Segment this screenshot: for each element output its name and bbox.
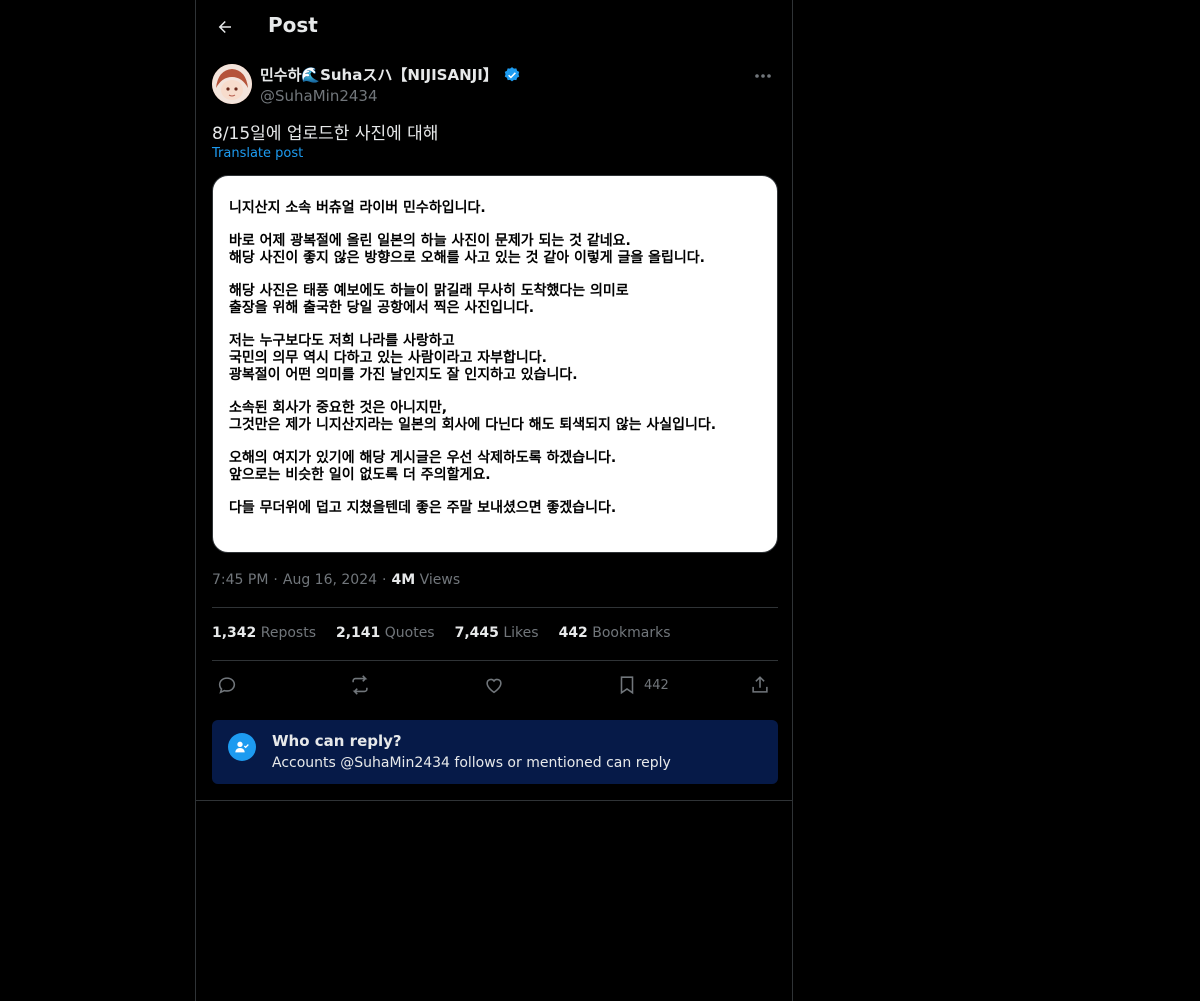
image-paragraph: 저는 누구보다도 저희 나라를 사랑하고 국민의 의무 역시 다하고 있는 사람…	[229, 333, 578, 383]
back-button[interactable]	[210, 12, 240, 42]
bookmarks-count: 442	[558, 625, 588, 641]
share-button[interactable]	[749, 672, 771, 698]
who-can-reply-title: Who can reply?	[272, 732, 402, 750]
avatar[interactable]	[212, 64, 252, 104]
image-paragraph: 다들 무더위에 덥고 지쳤을텐데 좋은 주말 보내셨으면 좋겠습니다.	[229, 500, 617, 516]
image-paragraph: 해당 사진은 태풍 예보에도 하늘이 맑길래 무사히 도착했다는 의미로 출장을…	[229, 283, 629, 316]
image-paragraph: 소속된 회사가 중요한 것은 아니지만, 그것만은 제가 니지산지라는 일본의 …	[229, 400, 717, 433]
image-paragraph: 오해의 여지가 있기에 해당 게시글은 우선 삭제하도록 하겠습니다. 앞으로는…	[229, 450, 617, 483]
share-icon	[752, 676, 768, 693]
likes-label: Likes	[503, 625, 539, 641]
person-check-icon	[228, 733, 256, 761]
action-bar: 442	[212, 672, 778, 698]
bookmarks-label: Bookmarks	[592, 625, 671, 641]
reposts-label: Reposts	[260, 625, 316, 641]
divider	[196, 800, 792, 801]
reply-button[interactable]	[216, 672, 238, 698]
bookmark-count: 442	[644, 677, 669, 693]
who-can-reply-box: Who can reply? Accounts @SuhaMin2434 fol…	[212, 720, 778, 784]
divider	[212, 607, 778, 608]
repost-button[interactable]	[349, 672, 371, 698]
more-button[interactable]	[748, 64, 778, 88]
likes-stat[interactable]: 7,445 Likes	[455, 625, 539, 641]
likes-count: 7,445	[454, 625, 499, 641]
page-title: Post	[268, 13, 318, 37]
verified-badge-icon[interactable]	[503, 66, 521, 84]
post-meta: 7:45 PM · Aug 16, 2024 · 4M Views	[212, 572, 461, 588]
post-stats: 1,342 Reposts 2,141 Quotes 7,445 Likes 4…	[212, 625, 670, 641]
post-image[interactable]: 니지산지 소속 버츄얼 라이버 민수하입니다. 바로 어제 광복절에 올린 일본…	[212, 175, 778, 553]
views-count: 4M	[391, 572, 416, 588]
who-can-reply-subtitle: Accounts @SuhaMin2434 follows or mention…	[272, 755, 671, 771]
reposts-stat[interactable]: 1,342 Reposts	[212, 625, 316, 641]
image-paragraph: 니지산지 소속 버츄얼 라이버 민수하입니다.	[229, 200, 486, 216]
post-time[interactable]: 7:45 PM	[212, 572, 268, 588]
quotes-count: 2,141	[336, 625, 381, 641]
views-label: Views	[419, 572, 461, 588]
like-button[interactable]	[483, 672, 505, 698]
post-author: 민수하🌊Suhaスハ【NIJISANJI】 @SuhaMin2434	[212, 64, 778, 108]
reply-icon	[218, 677, 236, 694]
quotes-label: Quotes	[384, 625, 435, 641]
reposts-count: 1,342	[212, 625, 257, 641]
image-text: 니지산지 소속 버츄얼 라이버 민수하입니다. 바로 어제 광복절에 올린 일본…	[229, 200, 765, 533]
author-display-name[interactable]: 민수하🌊Suhaスハ【NIJISANJI】	[260, 64, 498, 85]
back-arrow-icon	[218, 21, 231, 33]
divider	[212, 660, 778, 661]
more-icon	[755, 74, 771, 78]
quotes-stat[interactable]: 2,141 Quotes	[336, 625, 435, 641]
post-column: Post 민수하🌊Suhaスハ【NIJISANJI】 @SuhaMin2434	[195, 0, 793, 1001]
bookmarks-stat[interactable]: 442 Bookmarks	[559, 625, 671, 641]
author-name-row[interactable]: 민수하🌊Suhaスハ【NIJISANJI】	[260, 64, 521, 85]
like-icon	[486, 678, 502, 694]
post-date[interactable]: Aug 16, 2024	[283, 572, 377, 588]
header: Post	[196, 0, 792, 55]
translate-post-link[interactable]: Translate post	[212, 146, 303, 161]
repost-icon	[352, 675, 368, 695]
bookmark-button[interactable]: 442	[616, 672, 669, 698]
image-paragraph: 바로 어제 광복절에 올린 일본의 하늘 사진이 문제가 되는 것 같네요. 해…	[229, 233, 705, 266]
bookmark-icon	[620, 676, 634, 695]
post-text: 8/15일에 업로드한 사진에 대해	[212, 124, 439, 144]
author-handle[interactable]: @SuhaMin2434	[260, 87, 521, 105]
